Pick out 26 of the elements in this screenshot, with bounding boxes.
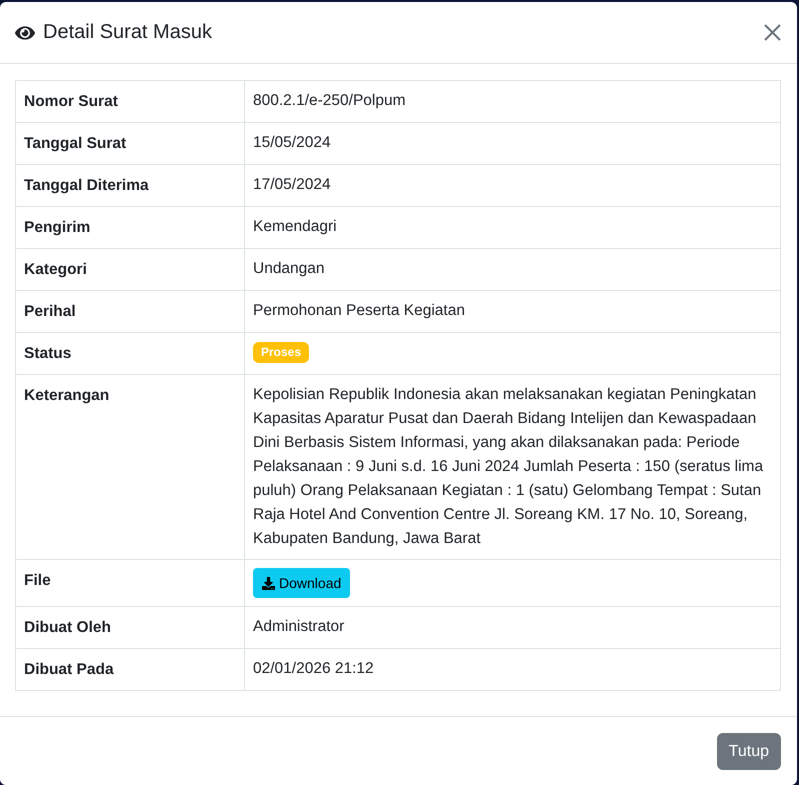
detail-value: 02/01/2026 21:12 (253, 660, 374, 677)
detail-label: Tanggal Diterima (16, 164, 244, 206)
detail-value: Kepolisian Republik Indonesia akan melaksanakan kegiatan Peningkatan Kapasitas Aparatur Pusat dan Daerah Bidang Intelijen dan Kewaspadaan Dini Berbasis Sistem Informasi, yang akan dilaksanakan pada: Periode Pelaksanaan : 9 Juni s.d. 16 Juni 2024 Jumlah Peserta : 150 (seratus lima puluh) Orang Pelaksanaan Kegiatan : 1 (satu) Gelombang Tempat : Sutan Raja Hotel And Convention Centre Jl. Soreang KM. 17 No. 10, Soreang, Kabupaten Bandung, Jawa Barat (253, 386, 764, 547)
download-icon (262, 576, 275, 590)
detail-value: 17/05/2024 (253, 176, 331, 193)
detail-value: Administrator (253, 618, 344, 635)
detail-value: Kemendagri (253, 218, 337, 235)
detail-label: Status (16, 332, 244, 374)
detail-value: Permohonan Peserta Kegiatan (253, 302, 465, 319)
detail-value: Undangan (253, 260, 325, 277)
detail-label: Kategori (16, 248, 244, 290)
detail-value: 800.2.1/e-250/Polpum (253, 92, 406, 109)
detail-label: File (16, 560, 244, 606)
close-button[interactable]: Tutup (716, 733, 781, 770)
detail-value: 15/05/2024 (253, 134, 331, 151)
close-icon (764, 24, 781, 41)
modal-title: Detail Surat Masuk (43, 21, 212, 44)
detail-label: Nomor Surat (16, 80, 244, 122)
detail-label: Tanggal Surat (16, 122, 244, 164)
detail-label: Keterangan (16, 374, 244, 560)
download-button[interactable]: Download (253, 568, 350, 598)
detail-label: Perihal (16, 290, 244, 332)
detail-label: Pengirim (16, 206, 244, 248)
detail-label: Dibuat Oleh (16, 606, 244, 648)
detail-label: Dibuat Pada (16, 648, 244, 690)
status-badge: Proses (253, 342, 310, 364)
